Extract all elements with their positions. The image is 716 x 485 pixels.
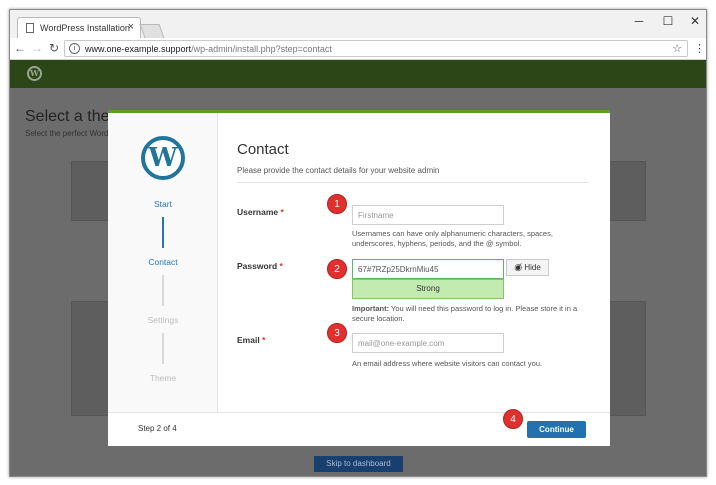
email-label: Email * [237, 335, 265, 345]
username-field[interactable]: Firstname [352, 205, 504, 225]
info-icon[interactable]: i [69, 43, 80, 54]
step-start: Start [154, 199, 172, 209]
background-subheading: Select the perfect Word [25, 129, 109, 138]
continue-button[interactable]: Continue [527, 421, 586, 438]
tab-title: WordPress Installation [40, 23, 130, 33]
callout-badge-3: 3 [327, 323, 347, 343]
url-path: /wp-admin/install.php?step=contact [191, 44, 332, 54]
step-connector [162, 333, 164, 364]
reload-icon[interactable]: ↻ [47, 41, 61, 55]
skip-to-dashboard-button[interactable]: Skip to dashboard [314, 456, 403, 472]
minimize-icon[interactable]: ─ [632, 14, 646, 28]
browser-tab[interactable]: WordPress Installation × [17, 17, 141, 38]
email-hint: An email address where website visitors … [352, 359, 543, 368]
step-theme: Theme [149, 373, 177, 383]
theme-card[interactable] [606, 161, 646, 221]
username-label-text: Username [237, 207, 279, 217]
back-icon[interactable]: ← [13, 41, 27, 55]
modal-footer: Step 2 of 4 Continue [108, 412, 610, 446]
page-description: Please provide the contact details for y… [237, 166, 440, 175]
required-mark: * [280, 207, 284, 217]
eye-slash-icon: ◉̸ [514, 262, 523, 272]
step-settings: Settings [147, 315, 179, 325]
browser-window: WordPress Installation × ─ ☐ ✕ ← → ↻ i w… [9, 9, 707, 477]
page-title: Contact [237, 141, 289, 158]
page-content: W Select a then Select the perfect Word … [10, 60, 706, 476]
wordpress-logo-icon[interactable]: W [27, 66, 42, 81]
page-icon [26, 23, 34, 33]
steps-sidebar: W Start Contact Settings Theme [108, 113, 218, 412]
background-heading: Select a then [25, 108, 119, 125]
password-label-text: Password [237, 261, 278, 271]
required-mark: * [262, 335, 266, 345]
maximize-icon[interactable]: ☐ [661, 14, 675, 28]
hide-label: Hide [524, 263, 541, 272]
url-host: www.one-example.support [85, 44, 192, 54]
step-counter: Step 2 of 4 [138, 424, 177, 433]
wp-admin-bar: W [10, 60, 706, 88]
step-connector [162, 217, 164, 248]
theme-card[interactable] [71, 301, 111, 416]
address-bar[interactable]: i www.one-example.support/wp-admin/insta… [64, 40, 688, 57]
callout-badge-2: 2 [327, 259, 347, 279]
password-hint-bold: Important: [352, 304, 390, 313]
forward-icon[interactable]: → [30, 41, 44, 55]
hide-password-button[interactable]: ◉̸ Hide [506, 259, 549, 276]
required-mark: * [279, 261, 283, 271]
contact-form: Contact Please provide the contact detai… [218, 113, 610, 412]
step-connector [162, 275, 164, 306]
password-label: Password * [237, 261, 283, 271]
wordpress-logo-icon: W [141, 136, 185, 180]
password-hint: Important: You will need this password t… [352, 304, 587, 324]
new-tab-button[interactable] [139, 24, 165, 38]
username-hint: Usernames can have only alphanumeric cha… [352, 229, 553, 248]
password-field[interactable]: 67#7RZp25DkrnMiu45 [352, 259, 504, 279]
divider [237, 182, 589, 183]
email-field[interactable]: mail@one-example.com [352, 333, 504, 353]
callout-badge-1: 1 [327, 194, 347, 214]
callout-badge-4: 4 [503, 409, 523, 429]
theme-card[interactable] [606, 301, 646, 416]
bookmark-star-icon[interactable]: ☆ [672, 42, 682, 55]
wordpress-logo-letter: W [148, 143, 178, 173]
browser-menu-icon[interactable]: ⋮ [694, 42, 705, 55]
browser-toolbar: ← → ↻ i www.one-example.support/wp-admin… [10, 38, 706, 60]
close-window-icon[interactable]: ✕ [688, 14, 702, 28]
email-label-text: Email [237, 335, 260, 345]
tab-close-icon[interactable]: × [128, 21, 134, 33]
step-contact: Contact [148, 257, 178, 267]
url-text: www.one-example.support/wp-admin/install… [85, 44, 332, 54]
username-label: Username * [237, 207, 284, 217]
contact-modal: W Start Contact Settings Theme Contact P… [108, 110, 610, 446]
theme-card[interactable] [71, 161, 111, 221]
tab-strip: WordPress Installation × ─ ☐ ✕ [10, 10, 706, 38]
password-strength-meter: Strong [352, 279, 504, 299]
